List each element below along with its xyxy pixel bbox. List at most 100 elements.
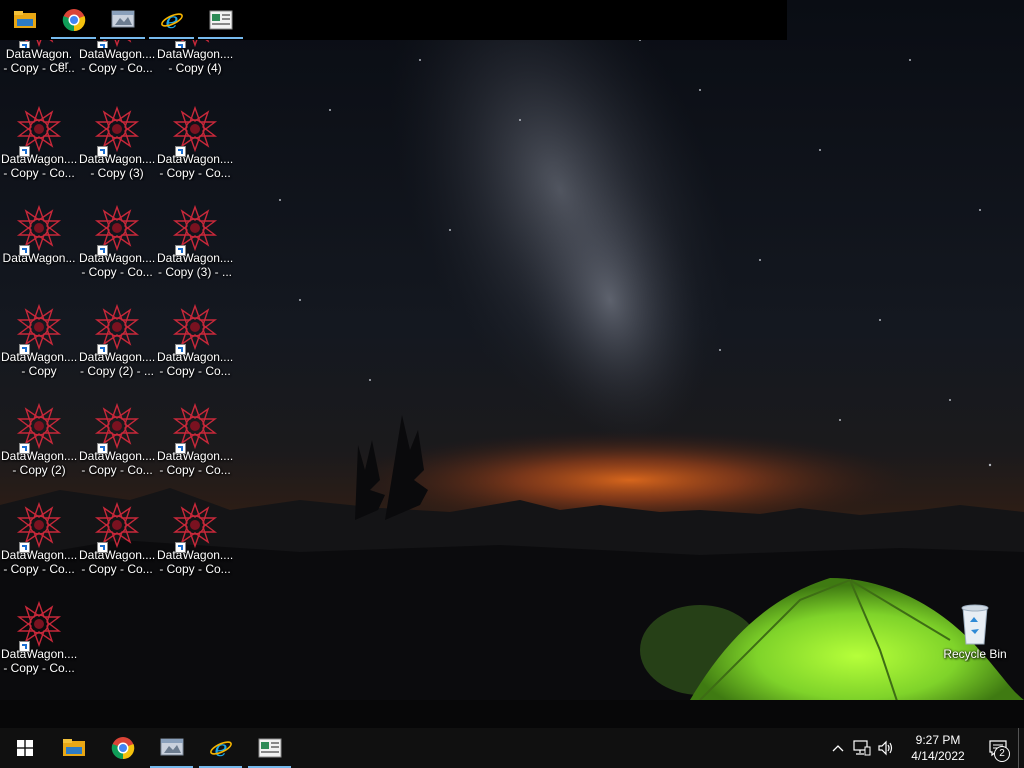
speaker-icon bbox=[878, 740, 893, 756]
shortcut-arrow-icon bbox=[175, 542, 186, 553]
desktop-shortcut-label: DataWagon.... bbox=[157, 449, 233, 463]
shortcut-arrow-icon bbox=[97, 146, 108, 157]
desktop-shortcut-sublabel: - Copy (3) - ... bbox=[157, 265, 232, 279]
shortcut-arrow-icon bbox=[19, 542, 30, 553]
desktop-shortcut-sublabel: - Copy (2) bbox=[12, 463, 66, 477]
network-button[interactable] bbox=[850, 728, 874, 768]
desktop-shortcut-label: DataWagon.... bbox=[1, 647, 77, 661]
svg-text:e: e bbox=[165, 9, 178, 32]
taskbar-chrome-button[interactable] bbox=[98, 728, 147, 768]
shortcut-arrow-icon bbox=[19, 344, 30, 355]
taskbar-app-window-button[interactable] bbox=[147, 728, 196, 768]
desktop-shortcut-sublabel: - Copy - Co... bbox=[81, 265, 153, 279]
action-center-button[interactable]: 2 bbox=[978, 728, 1018, 768]
desktop-shortcut-sublabel: - Copy (3) bbox=[90, 166, 144, 180]
svg-text:e: e bbox=[214, 737, 227, 760]
desktop-shortcut-label: DataWagon.... bbox=[79, 251, 155, 265]
taskbar-datawagon-window-button[interactable] bbox=[245, 728, 294, 768]
desktop-shortcut-sublabel: - Copy (4) bbox=[168, 61, 222, 75]
datawagon-app-icon bbox=[171, 204, 219, 256]
desktop-shortcut-sublabel: - Copy - Co... bbox=[159, 166, 231, 180]
desktop-shortcut-label: DataWagon.... bbox=[79, 350, 155, 364]
desktop-shortcut-label: DataWagon.... bbox=[157, 548, 233, 562]
show-hidden-icons-button[interactable] bbox=[826, 728, 850, 768]
notification-count-badge: 2 bbox=[994, 746, 1010, 762]
top-app-window-button[interactable] bbox=[98, 0, 147, 40]
datawagon-app-icon bbox=[15, 600, 63, 652]
desktop-shortcut-sublabel: - Copy - Co... bbox=[81, 562, 153, 576]
app-window-icon bbox=[160, 738, 183, 756]
desktop-shortcut-datawagon[interactable]: DataWagon.... - Copy - Co... bbox=[157, 303, 233, 395]
datawagon-window-icon bbox=[209, 10, 232, 30]
network-icon bbox=[853, 740, 871, 756]
windows-start-icon bbox=[16, 740, 33, 756]
recycle-bin-label: Recycle Bin bbox=[943, 647, 1007, 661]
datawagon-app-icon bbox=[93, 402, 141, 454]
desktop-shortcut-label: DataWagon.... bbox=[79, 548, 155, 562]
datawagon-app-icon bbox=[15, 402, 63, 454]
start-button[interactable] bbox=[0, 728, 49, 768]
show-desktop-button[interactable] bbox=[1018, 728, 1024, 768]
datawagon-app-icon bbox=[93, 501, 141, 553]
datawagon-app-icon bbox=[171, 501, 219, 553]
datawagon-app-icon bbox=[171, 402, 219, 454]
datawagon-app-icon bbox=[171, 105, 219, 157]
taskbar: e 9:27 PM 4/14/2022 2 bbox=[0, 728, 1024, 768]
datawagon-app-icon bbox=[93, 204, 141, 256]
clock-date: 4/14/2022 bbox=[911, 749, 965, 763]
shortcut-arrow-icon bbox=[19, 245, 30, 256]
desktop-shortcut-datawagon[interactable]: DataWagon.... - Copy (2) bbox=[1, 402, 77, 494]
desktop-shortcut-datawagon[interactable]: DataWagon... bbox=[1, 204, 77, 296]
recycle-bin-icon bbox=[951, 600, 999, 648]
shortcut-arrow-icon bbox=[175, 245, 186, 256]
shortcut-arrow-icon bbox=[97, 443, 108, 454]
datawagon-app-icon bbox=[15, 105, 63, 157]
desktop-shortcut-datawagon[interactable]: DataWagon.... - Copy - Co... bbox=[79, 402, 155, 494]
chrome-icon bbox=[62, 9, 85, 32]
desktop-shortcut-datawagon[interactable]: DataWagon.... - Copy - Co... bbox=[1, 501, 77, 593]
desktop-shortcut-datawagon[interactable]: DataWagon.... - Copy - Co... bbox=[79, 204, 155, 296]
desktop-shortcut-datawagon[interactable]: DataWagon.... - Copy (2) - ... bbox=[79, 303, 155, 395]
desktop-shortcut-datawagon[interactable]: DataWagon.... - Copy (3) - ... bbox=[157, 204, 233, 296]
desktop-shortcut-datawagon[interactable]: DataWagon.... - Copy - Co... bbox=[79, 501, 155, 593]
desktop-shortcut-label: DataWagon.... bbox=[157, 47, 233, 61]
desktop-shortcut-sublabel: - Copy (2) - ... bbox=[79, 364, 154, 378]
desktop-shortcut-label: DataWagon.... bbox=[79, 47, 155, 61]
desktop-shortcut-datawagon[interactable]: DataWagon.... - Copy bbox=[1, 303, 77, 395]
top-internet-explorer-button[interactable]: e bbox=[147, 0, 196, 40]
top-file-explorer-button[interactable] bbox=[0, 0, 49, 40]
desktop-shortcut-datawagon[interactable]: DataWagon.... - Copy - Co... bbox=[1, 600, 77, 692]
desktop-shortcut-label: DataWagon.... bbox=[79, 152, 155, 166]
datawagon-app-icon bbox=[93, 105, 141, 157]
taskbar-internet-explorer-button[interactable]: e bbox=[196, 728, 245, 768]
desktop-shortcut-sublabel: - Copy - Co... bbox=[3, 166, 75, 180]
shortcut-arrow-icon bbox=[19, 146, 30, 157]
top-chrome-button[interactable] bbox=[49, 0, 98, 40]
desktop-shortcut-sublabel: - Copy - Co... bbox=[159, 463, 231, 477]
recycle-bin[interactable]: Recycle Bin bbox=[937, 600, 1013, 692]
desktop-shortcut-datawagon[interactable]: DataWagon.... - Copy - Co... bbox=[157, 402, 233, 494]
internet-explorer-icon: e bbox=[160, 9, 183, 32]
file-explorer-icon bbox=[13, 11, 36, 28]
desktop-shortcut-datawagon[interactable]: DataWagon.... - Copy - Co... bbox=[157, 105, 233, 197]
shortcut-arrow-icon bbox=[19, 41, 30, 48]
top-app-bar: e bbox=[0, 0, 787, 40]
chevron-up-icon bbox=[832, 745, 844, 752]
volume-button[interactable] bbox=[874, 728, 898, 768]
desktop-shortcut-datawagon[interactable]: DataWagon.... - Copy - Co... bbox=[157, 501, 233, 593]
datawagon-app-icon bbox=[15, 501, 63, 553]
shortcut-arrow-icon bbox=[19, 641, 30, 652]
chrome-icon bbox=[111, 737, 134, 760]
desktop-shortcut-sublabel: - Copy - Co... bbox=[81, 463, 153, 477]
top-datawagon-window-button[interactable] bbox=[196, 0, 245, 40]
clock-button[interactable]: 9:27 PM 4/14/2022 bbox=[898, 732, 978, 764]
desktop-shortcut-label: DataWagon.... bbox=[1, 548, 77, 562]
desktop-shortcut-label: DataWagon.... bbox=[79, 449, 155, 463]
desktop-shortcut-sublabel: - Copy - Co... bbox=[159, 562, 231, 576]
desktop-shortcut-datawagon[interactable]: DataWagon.... - Copy (3) bbox=[79, 105, 155, 197]
desktop-shortcut-datawagon[interactable]: DataWagon.... - Copy - Co... bbox=[1, 105, 77, 197]
taskbar-file-explorer-button[interactable] bbox=[49, 728, 98, 768]
shortcut-arrow-icon bbox=[175, 146, 186, 157]
shortcut-arrow-icon bbox=[19, 443, 30, 454]
app-window-icon bbox=[111, 10, 134, 28]
